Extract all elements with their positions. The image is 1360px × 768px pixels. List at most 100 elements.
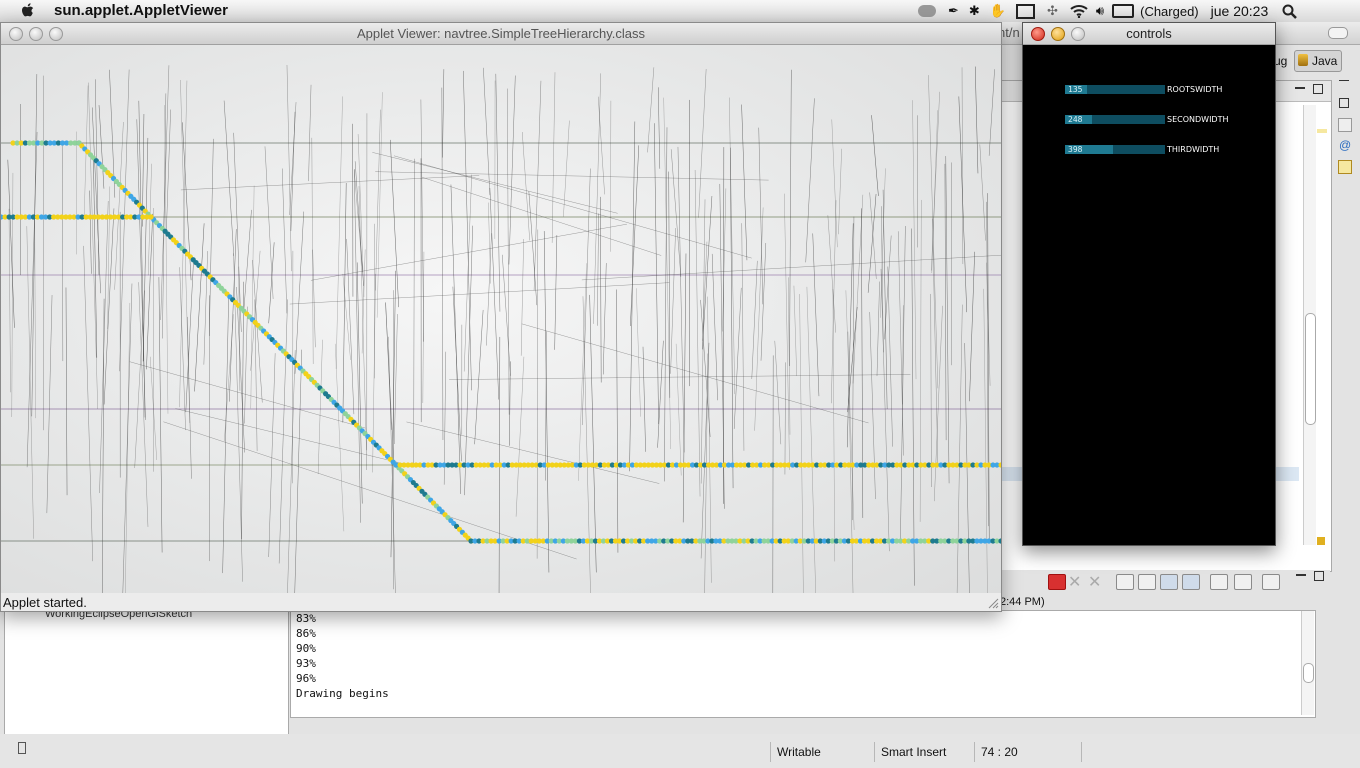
clock[interactable]: jue 20:23 — [1211, 3, 1269, 19]
overview-marker[interactable] — [1317, 129, 1327, 133]
hairline — [964, 343, 970, 593]
hairline — [543, 231, 550, 573]
declaration-icon[interactable]: @ — [1339, 138, 1351, 152]
zoom-window-button[interactable] — [49, 27, 63, 41]
hairline — [464, 225, 473, 496]
wifi-icon[interactable] — [1070, 4, 1088, 18]
spotlight-icon[interactable] — [1282, 4, 1298, 19]
hand-icon[interactable]: ✋ — [990, 3, 1006, 19]
hairline — [654, 123, 659, 425]
volume-icon[interactable]: 🔊︎ — [1096, 3, 1104, 19]
hairline — [784, 362, 786, 475]
search-view-icon[interactable] — [1338, 160, 1352, 174]
console-output[interactable]: 83% 86% 90% 93% 96% Drawing begins — [290, 610, 1316, 718]
hairline — [98, 105, 105, 189]
connector-line — [421, 176, 662, 256]
pen-icon[interactable]: ✒ — [948, 3, 959, 19]
hairline — [852, 194, 864, 384]
hairline — [162, 93, 167, 339]
remove-all-icon[interactable]: ✕ — [1088, 572, 1101, 592]
overview-warning-icon[interactable] — [1317, 537, 1325, 545]
hairline — [911, 228, 915, 586]
controls-close-button[interactable] — [1031, 27, 1045, 41]
restore-icon[interactable] — [1339, 80, 1349, 81]
hairline — [682, 253, 687, 523]
pin-console-button[interactable] — [1210, 574, 1228, 590]
hairline — [342, 183, 347, 423]
hairline — [664, 127, 668, 482]
second-width-slider[interactable]: 248 — [1065, 115, 1165, 124]
hairline — [89, 190, 92, 274]
package-explorer[interactable]: WorkingEclipseOpenGlSketch — [4, 607, 289, 735]
controls-window[interactable]: controls 135 ROOTSWIDTH 248 SECONDWIDTH … — [1022, 22, 1276, 546]
cloud-icon[interactable] — [918, 5, 936, 17]
hairline — [463, 174, 472, 372]
applet-titlebar[interactable]: Applet Viewer: navtree.SimpleTreeHierarc… — [1, 23, 1001, 45]
hairline — [912, 100, 917, 380]
hairline — [507, 88, 510, 415]
hairline — [969, 251, 975, 402]
roots-width-slider[interactable]: 135 — [1065, 85, 1165, 94]
hairline — [354, 169, 361, 523]
display-icon[interactable] — [1016, 3, 1035, 19]
show-stdout-button[interactable] — [1160, 574, 1178, 590]
display-console-button[interactable] — [1234, 574, 1252, 590]
menu-bar: sun.applet.AppletViewer ✒ ✱ ✋ ✣ 🔊︎ (Char… — [0, 0, 1360, 23]
controls-minimize-button[interactable] — [1051, 27, 1065, 41]
bluetooth-icon[interactable]: ✣ — [1047, 3, 1058, 19]
terminate-button[interactable] — [1048, 574, 1066, 590]
hairline — [268, 242, 275, 324]
hairline — [675, 343, 682, 476]
editor-scrollbar[interactable] — [1303, 105, 1316, 545]
hairline — [974, 66, 979, 174]
asterisk-icon[interactable]: ✱ — [969, 3, 980, 19]
java-perspective-button[interactable]: Java — [1294, 50, 1342, 72]
clear-console-button[interactable] — [1116, 574, 1134, 590]
console-scrollbar[interactable] — [1301, 611, 1314, 715]
hairline — [179, 267, 186, 431]
maximize-button[interactable] — [1313, 84, 1323, 94]
scroll-lock-button[interactable] — [1138, 574, 1156, 590]
editor-scroll-thumb[interactable] — [1305, 313, 1316, 425]
javadoc-icon[interactable] — [1338, 118, 1352, 132]
battery-status[interactable]: (Charged) — [1140, 4, 1199, 19]
close-button[interactable] — [9, 27, 23, 41]
controls-titlebar[interactable]: controls — [1023, 23, 1275, 45]
status-cursor-position: 74 : 20 — [974, 742, 1082, 762]
hairline — [694, 170, 701, 497]
hairline — [83, 245, 93, 562]
console-maximize-button[interactable] — [1314, 571, 1324, 581]
hairline — [450, 184, 461, 494]
restore-window-icon[interactable] — [1339, 98, 1349, 108]
console-minimize-button[interactable] — [1296, 574, 1306, 576]
hairline — [489, 187, 500, 400]
fast-view-icon[interactable] — [12, 742, 26, 756]
minimize-button[interactable] — [1295, 87, 1305, 89]
hairline — [521, 132, 530, 241]
hairline — [286, 65, 292, 272]
hairline — [983, 288, 988, 593]
status-tray: ✒ ✱ ✋ ✣ 🔊︎ (Charged) jue 20:23 — [918, 2, 1298, 20]
resize-grip-icon[interactable] — [987, 597, 999, 609]
applet-viewer-window[interactable]: Applet Viewer: navtree.SimpleTreeHierarc… — [0, 22, 1002, 612]
console-scroll-thumb[interactable] — [1303, 663, 1314, 683]
open-console-button[interactable] — [1262, 574, 1280, 590]
apple-icon[interactable] — [20, 2, 36, 19]
show-stderr-button[interactable] — [1182, 574, 1200, 590]
toolbar-toggle-button[interactable] — [1328, 27, 1348, 39]
console-line: 93% — [296, 657, 316, 670]
hairline — [869, 312, 876, 500]
perspective-fragment[interactable]: ug — [1274, 54, 1287, 68]
console-line: 83% — [296, 612, 316, 625]
remove-launch-icon[interactable]: ✕ — [1068, 572, 1081, 592]
connector-line — [375, 171, 769, 181]
hairline — [961, 67, 964, 265]
battery-icon[interactable] — [1112, 4, 1135, 18]
hairline — [944, 163, 947, 441]
controls-zoom-button[interactable] — [1071, 27, 1085, 41]
app-name[interactable]: sun.applet.AppletViewer — [54, 2, 228, 19]
third-width-slider[interactable]: 398 — [1065, 145, 1165, 154]
minimize-window-button[interactable] — [29, 27, 43, 41]
tree-node — [148, 214, 154, 220]
tree-hierarchy-canvas[interactable] — [1, 45, 1001, 593]
